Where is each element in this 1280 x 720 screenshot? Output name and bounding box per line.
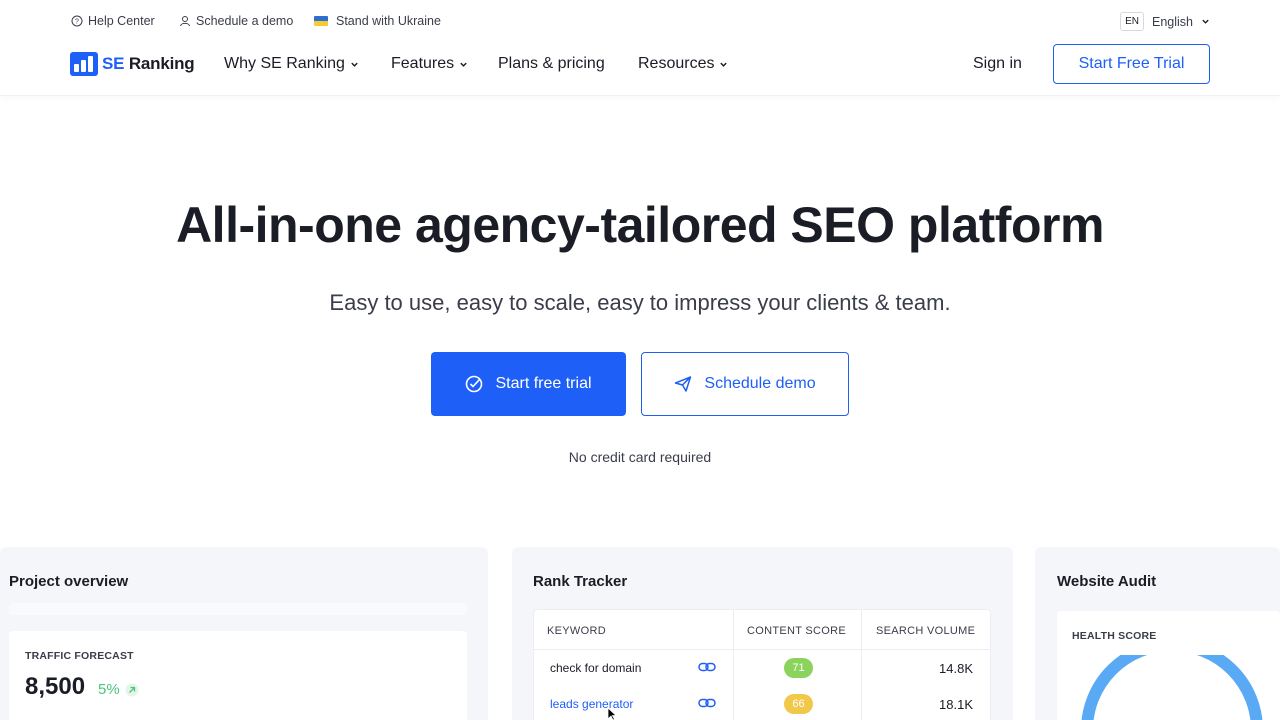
- user-icon: [180, 16, 190, 27]
- start-free-trial-button[interactable]: Start Free Trial: [1053, 44, 1210, 84]
- logo-bars-icon: [70, 52, 98, 76]
- svg-text:?: ?: [75, 19, 79, 26]
- column-content-score[interactable]: CONTENT SCORE: [747, 625, 846, 637]
- language-label: English: [1152, 14, 1193, 29]
- no-credit-card-note: No credit card required: [568, 449, 712, 465]
- help-center-link[interactable]: ? Help Center: [71, 14, 155, 28]
- traffic-forecast-panel: TRAFFIC FORECAST 8,500 5%: [9, 631, 467, 720]
- nav-resources-label: Resources: [638, 55, 715, 72]
- nav-features[interactable]: Features: [391, 55, 468, 73]
- link-icon[interactable]: [698, 696, 716, 710]
- main-nav: SE Ranking Why SE Ranking Features Plans…: [0, 44, 1280, 96]
- mouse-cursor-icon: [607, 707, 617, 720]
- utility-bar: ? Help Center Schedule a demo Stand with…: [0, 0, 1280, 44]
- content-score-badge: 66: [784, 694, 813, 714]
- schedule-demo-hero-label: Schedule demo: [704, 375, 816, 392]
- stand-with-ukraine-link[interactable]: Stand with Ukraine: [314, 14, 441, 28]
- traffic-change: 5%: [98, 681, 139, 698]
- nav-plans-pricing-label: Plans & pricing: [498, 55, 605, 72]
- schedule-demo-label: Schedule a demo: [196, 14, 294, 28]
- hero-subtitle: Easy to use, easy to scale, easy to impr…: [329, 290, 951, 315]
- language-code-badge: EN: [1120, 12, 1144, 31]
- arrow-up-right-icon: [125, 683, 139, 696]
- check-circle-icon: [466, 375, 483, 393]
- search-volume-cell: 18.1K: [939, 697, 973, 712]
- traffic-forecast-caption: TRAFFIC FORECAST: [25, 650, 134, 662]
- website-audit-title: Website Audit: [1057, 573, 1157, 590]
- content-score-badge: 71: [784, 658, 813, 678]
- traffic-change-value: 5%: [98, 681, 120, 698]
- keyword-cell[interactable]: leads generator: [550, 697, 633, 711]
- table-row[interactable]: leads generator 66 18.1K: [534, 686, 990, 720]
- sign-in-link[interactable]: Sign in: [973, 55, 1022, 73]
- chevron-down-icon: [460, 62, 467, 67]
- question-circle-icon: ?: [71, 15, 83, 27]
- health-score-panel: HEALTH SCORE: [1057, 611, 1280, 720]
- schedule-demo-hero-button[interactable]: Schedule demo: [641, 352, 849, 416]
- search-volume-cell: 14.8K: [939, 661, 973, 676]
- column-keyword[interactable]: KEYWORD: [547, 625, 606, 637]
- column-search-volume[interactable]: SEARCH VOLUME: [876, 625, 975, 637]
- start-free-trial-hero-button[interactable]: Start free trial: [431, 352, 626, 416]
- chevron-down-icon: [1202, 19, 1209, 24]
- keyword-cell: check for domain: [550, 661, 642, 675]
- help-center-label: Help Center: [88, 14, 155, 28]
- health-score-gauge: [1081, 655, 1263, 720]
- language-selector[interactable]: EN English: [1120, 12, 1210, 31]
- table-header: KEYWORD CONTENT SCORE SEARCH VOLUME: [534, 610, 990, 650]
- placeholder-strip: [9, 603, 467, 615]
- stand-with-ukraine-label: Stand with Ukraine: [336, 14, 441, 28]
- logo-text: SE Ranking: [102, 54, 195, 73]
- rank-tracker-title: Rank Tracker: [533, 573, 628, 590]
- project-overview-title: Project overview: [9, 573, 129, 590]
- project-overview-card: Project overview TRAFFIC FORECAST 8,500 …: [0, 547, 488, 720]
- schedule-demo-link[interactable]: Schedule a demo: [179, 14, 293, 28]
- paper-plane-icon: [675, 376, 692, 392]
- ukraine-flag-icon: [314, 16, 328, 26]
- rank-tracker-table: KEYWORD CONTENT SCORE SEARCH VOLUME chec…: [533, 609, 991, 720]
- chevron-down-icon: [720, 62, 728, 67]
- website-audit-card: Website Audit HEALTH SCORE: [1035, 547, 1280, 720]
- se-ranking-logo[interactable]: SE Ranking: [70, 52, 195, 76]
- nav-why-se-ranking-label: Why SE Ranking: [224, 55, 345, 72]
- nav-features-label: Features: [391, 55, 455, 72]
- rank-tracker-card: Rank Tracker KEYWORD CONTENT SCORE SEARC…: [512, 547, 1013, 720]
- link-icon[interactable]: [698, 660, 716, 674]
- health-score-caption: HEALTH SCORE: [1072, 630, 1157, 642]
- hero-title: All-in-one agency-tailored SEO platform: [176, 197, 1104, 253]
- nav-why-se-ranking[interactable]: Why SE Ranking: [224, 55, 359, 73]
- nav-resources[interactable]: Resources: [638, 55, 728, 73]
- traffic-forecast-value: 8,500: [25, 673, 86, 700]
- nav-plans-pricing[interactable]: Plans & pricing: [498, 55, 605, 73]
- start-free-trial-hero-label: Start free trial: [495, 375, 592, 392]
- chevron-down-icon: [351, 62, 358, 67]
- table-row[interactable]: check for domain 71 14.8K: [534, 650, 990, 686]
